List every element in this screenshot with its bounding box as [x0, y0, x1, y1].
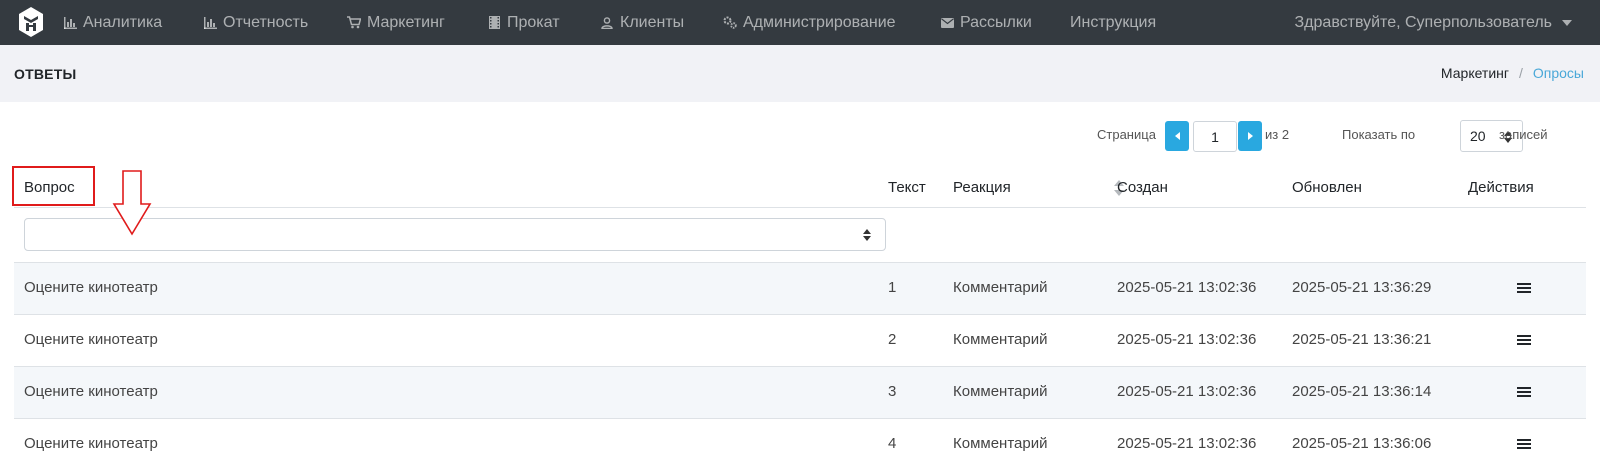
cart-icon [347, 16, 361, 30]
list-icon[interactable] [1517, 283, 1531, 295]
user-greeting: Здравствуйте, Суперпользователь [1294, 13, 1552, 31]
next-page-button[interactable] [1238, 121, 1262, 151]
cell-text: 3 [888, 383, 897, 400]
nav-item-rental[interactable]: Прокат [487, 0, 560, 45]
cell-created: 2025-05-21 13:02:36 [1117, 331, 1257, 348]
nav-label: Рассылки [960, 13, 1032, 31]
question-filter-select[interactable] [24, 218, 886, 251]
breadcrumb-separator: / [1519, 65, 1523, 81]
nav-label: Отчетность [223, 13, 309, 31]
cell-question: Оцените кинотеатр [24, 383, 158, 400]
nav-item-analytics[interactable]: Аналитика [63, 0, 162, 45]
cell-question: Оцените кинотеатр [24, 279, 158, 296]
cell-text: 4 [888, 435, 897, 452]
chevron-right-icon [1247, 132, 1253, 140]
column-header-text[interactable]: Текст [888, 179, 926, 196]
chevron-left-icon [1174, 132, 1180, 140]
gears-icon [723, 16, 737, 30]
page-header: ОТВЕТЫ Маркетинг / Опросы [0, 45, 1600, 102]
cell-updated: 2025-05-21 13:36:21 [1292, 331, 1432, 348]
table-row[interactable]: Оцените кинотеатр 2 Комментарий 2025-05-… [14, 314, 1586, 366]
column-header-actions: Действия [1468, 179, 1534, 196]
column-header-updated[interactable]: Обновлен [1292, 179, 1362, 196]
nav-label: Маркетинг [367, 13, 445, 31]
list-icon[interactable] [1517, 439, 1531, 451]
column-header-reaction[interactable]: Реакция [953, 179, 1011, 196]
logo-icon[interactable] [18, 6, 44, 38]
cell-created: 2025-05-21 13:02:36 [1117, 279, 1257, 296]
list-icon[interactable] [1517, 387, 1531, 399]
nav-label: Клиенты [620, 13, 685, 31]
chevron-down-icon [1562, 19, 1572, 26]
cell-updated: 2025-05-21 13:36:14 [1292, 383, 1432, 400]
table-row[interactable]: Оцените кинотеатр 4 Комментарий 2025-05-… [14, 418, 1586, 470]
annotation-highlight-box [12, 166, 95, 206]
user-icon [600, 16, 614, 30]
cell-reaction: Комментарий [953, 383, 1048, 400]
table-row[interactable]: Оцените кинотеатр 3 Комментарий 2025-05-… [14, 366, 1586, 418]
prev-page-button[interactable] [1165, 121, 1189, 151]
nav-item-clients[interactable]: Клиенты [600, 0, 684, 45]
annotation-down-arrow-icon [112, 170, 152, 236]
nav-item-instructions[interactable]: Инструкция [1070, 0, 1156, 45]
cell-question: Оцените кинотеатр [24, 435, 158, 452]
top-navbar: Аналитика Отчетность Маркетинг Прокат Кл… [0, 0, 1600, 45]
nav-item-administration[interactable]: Администрирование [723, 0, 896, 45]
total-pages-label: из 2 [1265, 127, 1290, 142]
bar-chart-icon [63, 16, 77, 30]
per-page-label: Показать по [1342, 127, 1416, 142]
table-row[interactable]: Оцените кинотеатр 1 Комментарий 2025-05-… [14, 262, 1586, 314]
breadcrumb-item-marketing[interactable]: Маркетинг [1441, 65, 1509, 81]
header-divider [14, 207, 1586, 208]
nav-label: Прокат [507, 13, 560, 31]
cell-created: 2025-05-21 13:02:36 [1117, 383, 1257, 400]
cell-reaction: Комментарий [953, 331, 1048, 348]
cell-text: 2 [888, 331, 897, 348]
page-label: Страница [1097, 127, 1156, 142]
nav-item-reports[interactable]: Отчетность [203, 0, 308, 45]
select-arrows-icon [863, 229, 871, 241]
nav-item-marketing[interactable]: Маркетинг [347, 0, 445, 45]
envelope-icon [940, 16, 954, 30]
user-menu-dropdown[interactable]: Здравствуйте, Суперпользователь [1295, 0, 1572, 45]
breadcrumb: Маркетинг / Опросы [1441, 65, 1584, 81]
cell-reaction: Комментарий [953, 279, 1048, 296]
list-icon[interactable] [1517, 335, 1531, 347]
per-page-value: 20 [1470, 128, 1486, 144]
nav-label: Аналитика [83, 13, 163, 31]
records-label: записей [1499, 127, 1548, 142]
cell-text: 1 [888, 279, 897, 296]
nav-item-mailings[interactable]: Рассылки [940, 0, 1032, 45]
cell-reaction: Комментарий [953, 435, 1048, 452]
page-title: ОТВЕТЫ [14, 66, 77, 82]
page-number-input[interactable] [1193, 121, 1237, 152]
breadcrumb-item-surveys[interactable]: Опросы [1533, 65, 1584, 81]
bar-chart-icon [203, 16, 217, 30]
film-icon [487, 16, 501, 30]
nav-label: Инструкция [1070, 13, 1157, 31]
cell-created: 2025-05-21 13:02:36 [1117, 435, 1257, 452]
cell-question: Оцените кинотеатр [24, 331, 158, 348]
cell-updated: 2025-05-21 13:36:29 [1292, 279, 1432, 296]
column-header-created[interactable]: Создан [1117, 179, 1168, 196]
cell-updated: 2025-05-21 13:36:06 [1292, 435, 1432, 452]
nav-label: Администрирование [743, 13, 896, 31]
